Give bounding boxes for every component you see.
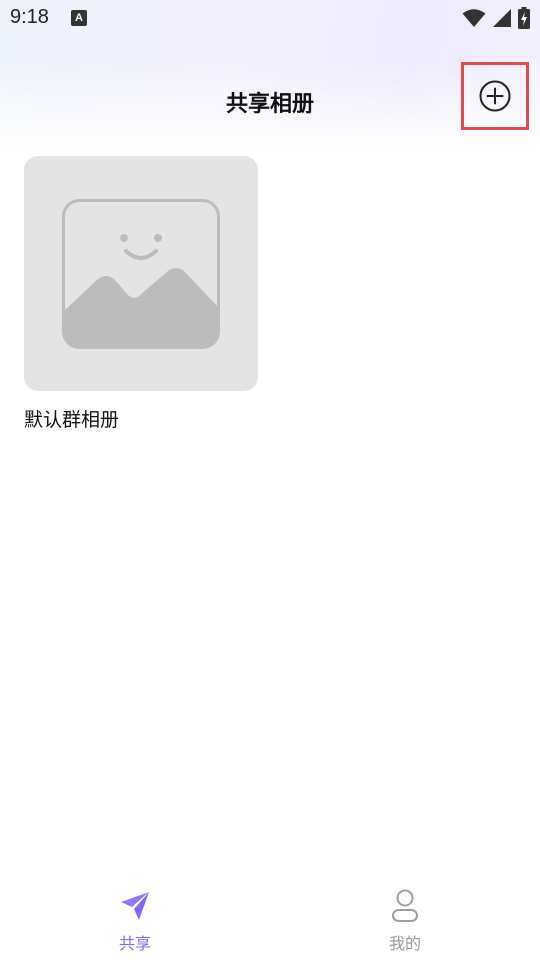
plus-circle-icon xyxy=(479,80,511,112)
wifi-icon xyxy=(462,9,486,27)
status-bar: 9:18 A xyxy=(0,0,540,36)
status-time: 9:18 xyxy=(10,6,49,28)
status-indicators xyxy=(462,6,530,30)
nav-label-share: 共享 xyxy=(118,934,151,953)
bottom-nav: 共享 我的 xyxy=(0,876,540,960)
paper-plane-icon xyxy=(117,888,153,924)
a-icon: A xyxy=(71,10,87,26)
album-cover xyxy=(24,156,258,391)
placeholder-image-icon xyxy=(62,198,220,349)
screen: 9:18 A 共享相册 默认群相册 共享 我的 xyxy=(0,0,540,960)
person-icon xyxy=(387,888,423,924)
signal-icon xyxy=(493,9,511,27)
page-title: 共享相册 xyxy=(225,92,314,117)
battery-charging-icon xyxy=(518,7,530,29)
album-name: 默认群相册 xyxy=(24,409,120,431)
album-card[interactable]: 默认群相册 xyxy=(24,156,258,432)
add-album-button[interactable] xyxy=(461,62,529,130)
nav-item-share[interactable]: 共享 xyxy=(0,876,270,960)
nav-label-mine: 我的 xyxy=(388,934,421,953)
nav-item-mine[interactable]: 我的 xyxy=(270,876,540,960)
header: 共享相册 xyxy=(0,62,540,138)
